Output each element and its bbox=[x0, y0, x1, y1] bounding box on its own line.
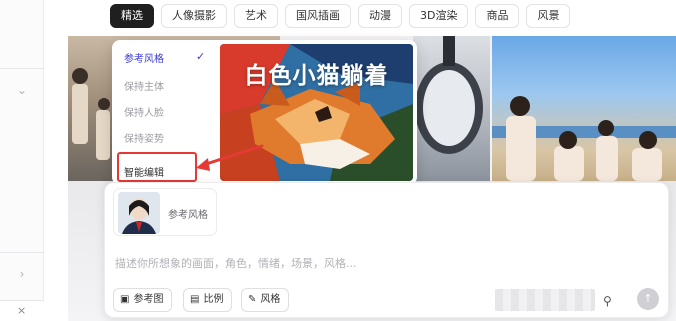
style-button[interactable]: ✎ 风格 bbox=[241, 288, 290, 312]
annotation-highlight-box bbox=[117, 152, 197, 182]
aspect-ratio-button[interactable]: ▤ 比例 bbox=[183, 288, 233, 312]
close-icon[interactable]: × bbox=[17, 304, 26, 317]
left-sidebar: ⌄ › × bbox=[0, 0, 44, 321]
style-label: 风格 bbox=[260, 294, 281, 305]
tab-art[interactable]: 艺术 bbox=[234, 4, 278, 28]
menu-item-reference-style[interactable]: 参考风格 bbox=[124, 50, 164, 65]
check-icon: ✓ bbox=[196, 50, 206, 63]
category-tabs: 精选 人像摄影 艺术 国风插画 动漫 3D渲染 商品 风景 bbox=[110, 4, 571, 28]
microphone-icon[interactable]: ⚲ bbox=[603, 294, 612, 308]
aspect-ratio-label: 比例 bbox=[203, 294, 224, 305]
menu-item-keep-face[interactable]: 保持人脸 bbox=[124, 104, 164, 119]
menu-item-keep-subject[interactable]: 保持主体 bbox=[124, 78, 164, 93]
gallery-image-beach[interactable] bbox=[492, 36, 676, 181]
tab-portrait[interactable]: 人像摄影 bbox=[161, 4, 227, 28]
aspect-ratio-icon: ▤ bbox=[190, 294, 200, 305]
prompt-composer: 参考风格 描述你所想象的画面，角色，情绪，场景，风格... ▣ 参考图 ▤ 比例… bbox=[104, 182, 669, 318]
tab-chinese-illustration[interactable]: 国风插画 bbox=[285, 4, 351, 28]
reference-image-chip[interactable]: 参考风格 bbox=[113, 188, 217, 236]
reference-image-button[interactable]: ▣ 参考图 bbox=[113, 288, 173, 312]
sidebar-divider bbox=[0, 68, 44, 69]
prompt-input[interactable]: 描述你所想象的画面，角色，情绪，场景，风格... bbox=[115, 255, 545, 271]
image-icon: ▣ bbox=[120, 294, 130, 305]
tab-3d-render[interactable]: 3D渲染 bbox=[409, 4, 469, 28]
tab-landscape[interactable]: 风景 bbox=[526, 4, 571, 28]
tab-featured[interactable]: 精选 bbox=[110, 4, 154, 28]
gallery-image-lamp[interactable] bbox=[413, 36, 490, 181]
tab-anime[interactable]: 动漫 bbox=[358, 4, 402, 28]
reference-mode-label: 参考风格 bbox=[168, 210, 208, 221]
app-root: ⌄ › × 精选 人像摄影 艺术 国风插画 动漫 3D渲染 商品 风景 参考风格… bbox=[0, 0, 676, 321]
menu-item-keep-pose[interactable]: 保持姿势 bbox=[124, 130, 164, 145]
reference-thumbnail bbox=[118, 192, 160, 234]
tab-product[interactable]: 商品 bbox=[475, 4, 520, 28]
chevron-down-icon[interactable]: ⌄ bbox=[16, 84, 28, 96]
chevron-right-icon[interactable]: › bbox=[16, 268, 28, 280]
reference-image-label: 参考图 bbox=[133, 294, 164, 305]
obscured-region bbox=[495, 289, 595, 311]
sidebar-footer: × bbox=[0, 300, 44, 321]
preview-caption: 白色小猫躺着 bbox=[244, 63, 389, 89]
brush-icon: ✎ bbox=[248, 294, 257, 305]
sidebar-divider bbox=[0, 252, 44, 253]
reference-mode-menu: 参考风格 ✓ 保持主体 保持人脸 保持姿势 智能编辑 白色小猫躺着 bbox=[112, 40, 417, 185]
send-button[interactable]: ↑ bbox=[637, 288, 659, 310]
style-preview-image: 白色小猫躺着 bbox=[220, 44, 413, 181]
